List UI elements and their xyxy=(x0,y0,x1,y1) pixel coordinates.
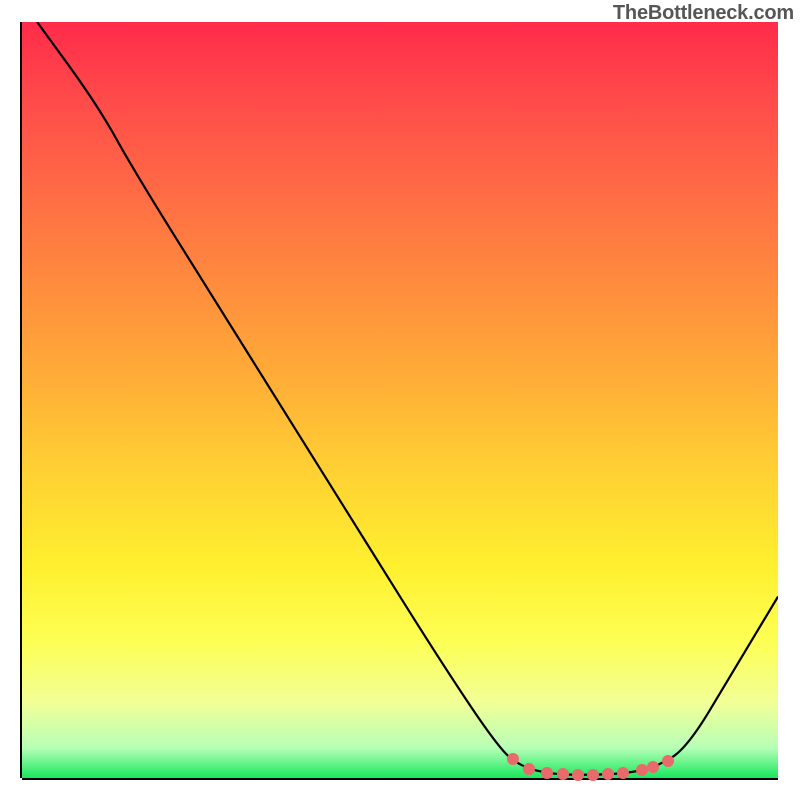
data-marker xyxy=(587,769,599,781)
data-marker xyxy=(541,767,553,779)
data-marker xyxy=(636,764,648,776)
data-marker xyxy=(662,755,674,767)
data-marker xyxy=(572,769,584,781)
x-axis xyxy=(22,778,778,780)
data-marker xyxy=(523,763,535,775)
data-marker xyxy=(647,761,659,773)
data-marker xyxy=(557,768,569,780)
markers-layer xyxy=(22,22,778,778)
data-marker xyxy=(617,767,629,779)
data-marker xyxy=(602,768,614,780)
chart-container: TheBottleneck.com xyxy=(0,0,800,800)
data-marker xyxy=(507,753,519,765)
